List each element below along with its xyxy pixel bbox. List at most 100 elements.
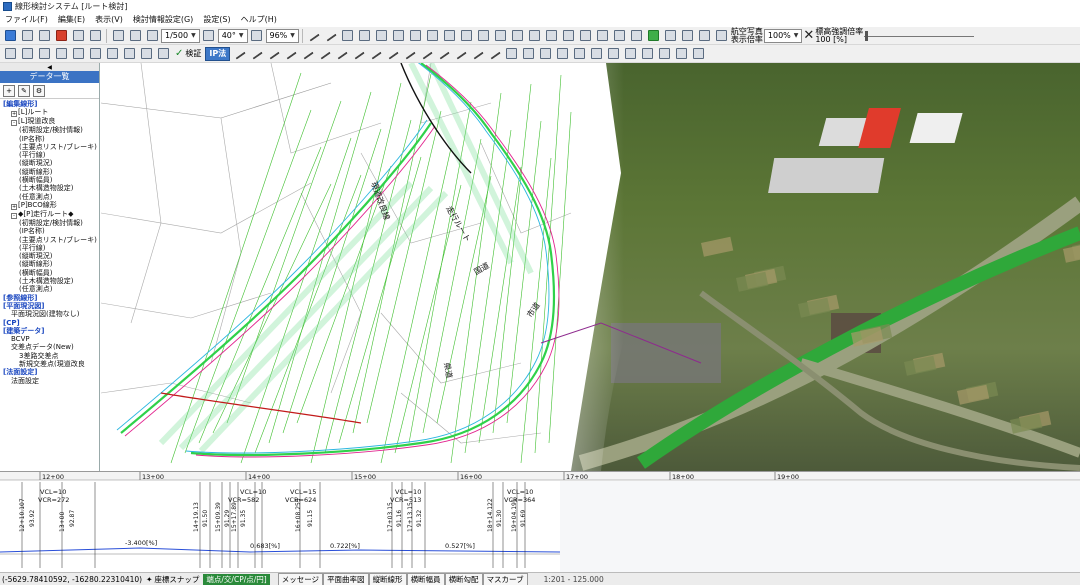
menu-settings[interactable]: 設定(S) <box>198 14 235 25</box>
tree-node[interactable]: 平面現況図(建物なし) <box>1 310 99 318</box>
cut-fill-icon[interactable] <box>673 46 689 61</box>
zoom-icon[interactable] <box>249 28 265 43</box>
grid-view-icon[interactable] <box>537 46 553 61</box>
scale-select[interactable]: 1/500 ▼ <box>161 28 200 43</box>
tree-node[interactable]: - ◆[P]走行ルート◆ <box>1 210 99 219</box>
collapse-icon[interactable]: - <box>11 212 17 219</box>
tree-node[interactable]: [参照線形] <box>1 294 99 302</box>
tree-node[interactable]: (横断幅員) <box>1 176 99 184</box>
crossfall-icon[interactable] <box>374 28 390 43</box>
chart-icon[interactable] <box>408 28 424 43</box>
tree-node[interactable]: (平行線) <box>1 244 99 252</box>
curve-tool-icon[interactable] <box>323 28 339 43</box>
tree-node[interactable]: (縦断線形) <box>1 260 99 268</box>
tab-cross-width[interactable]: 横断幅員 <box>406 573 445 585</box>
ip-move-icon[interactable] <box>299 46 315 61</box>
tangent-icon[interactable] <box>333 46 349 61</box>
tree-node[interactable]: [平面現況図] <box>1 302 99 310</box>
tree-node[interactable]: [法面設定] <box>1 368 99 376</box>
widen-icon[interactable] <box>418 46 434 61</box>
draw-line-icon[interactable] <box>231 46 247 61</box>
compare-icon[interactable] <box>544 28 560 43</box>
tab-crossfall[interactable]: 横断勾配 <box>444 573 483 585</box>
tree-node[interactable]: (主要点リスト/ブレーキ) <box>1 143 99 151</box>
layout-icon[interactable] <box>2 46 18 61</box>
verify-button[interactable]: ✓ 検証 <box>172 48 204 59</box>
menu-view[interactable]: 表示(V) <box>90 14 128 25</box>
report-icon[interactable] <box>527 28 543 43</box>
tree-node[interactable]: (任意測点) <box>1 193 99 201</box>
earthwork-icon[interactable] <box>493 28 509 43</box>
render-icon[interactable] <box>680 28 696 43</box>
grade-line[interactable] <box>0 547 561 553</box>
select-icon[interactable] <box>144 28 160 43</box>
measure-icon[interactable] <box>622 46 638 61</box>
tree-node[interactable]: - [L]現道改良 <box>1 117 99 127</box>
ip-delete-icon[interactable] <box>316 46 332 61</box>
line-tool-icon[interactable] <box>306 28 322 43</box>
panel-properties-icon[interactable]: ⚙ <box>33 84 45 97</box>
cross-delete-icon[interactable] <box>503 46 519 61</box>
photo-rate-select[interactable]: 100% ▼ <box>763 28 803 43</box>
tree-node[interactable]: (初期設定/検討情報) <box>1 126 99 134</box>
table-view-icon[interactable] <box>19 46 35 61</box>
tree-node[interactable]: (縦断現況) <box>1 159 99 167</box>
area-icon[interactable] <box>639 46 655 61</box>
table-icon[interactable] <box>561 28 577 43</box>
menu-review-settings[interactable]: 検討情報設定(G) <box>128 14 198 25</box>
menu-edit[interactable]: 編集(E) <box>53 14 90 25</box>
mass-curve-icon[interactable] <box>510 28 526 43</box>
tab-messages[interactable]: メッセージ <box>277 573 324 585</box>
refresh-icon[interactable] <box>155 46 171 61</box>
tree-node[interactable]: (縦断線形) <box>1 168 99 176</box>
tree-node[interactable]: (横断幅員) <box>1 269 99 277</box>
tree-node[interactable]: 法面設定 <box>1 377 99 385</box>
snap-mode[interactable]: 端点/交/CP/点/円] <box>203 573 270 585</box>
layer-icon[interactable] <box>127 28 143 43</box>
move-icon[interactable] <box>36 46 52 61</box>
snap-toggle[interactable]: ✦ 座標スナップ <box>146 574 199 585</box>
tree-node[interactable]: [建築データ] <box>1 327 99 335</box>
tree-node[interactable]: (IP名称) <box>1 135 99 143</box>
profile-icon[interactable] <box>357 28 373 43</box>
plan-drawing[interactable]: 現道改良線 走行ルート 国道 市道 県道 <box>101 63 1080 471</box>
tree-node[interactable]: 3差路交差点 <box>1 352 99 360</box>
undo-icon[interactable] <box>70 28 86 43</box>
panel-edit-icon[interactable]: ✎ <box>18 84 30 97</box>
trim-icon[interactable] <box>452 46 468 61</box>
list-icon[interactable] <box>578 28 594 43</box>
tree-node[interactable]: BCVP <box>1 335 99 343</box>
stats-icon[interactable] <box>612 28 628 43</box>
profile-drawing[interactable]: 12+00 13+00 14+00 15+00 16+00 17+00 18+00 19+00… <box>0 472 1080 572</box>
bar-chart-icon[interactable] <box>425 28 441 43</box>
plan-view-canvas[interactable]: 現道改良線 走行ルート 国道 市道 県道 <box>101 63 1080 471</box>
color-map-icon[interactable] <box>571 46 587 61</box>
tab-plan-curvature[interactable]: 平面曲率図 <box>323 573 369 585</box>
tree-node[interactable]: [CP] <box>1 319 99 327</box>
parallel-icon[interactable] <box>401 46 417 61</box>
tree-node[interactable]: (任意測点) <box>1 285 99 293</box>
tree-node[interactable]: 交差点データ(New) <box>1 343 99 351</box>
slider-handle[interactable] <box>865 30 869 41</box>
zoom-in-icon[interactable] <box>70 46 86 61</box>
tree-node[interactable]: 新規交差点(現道改良 <box>1 360 99 368</box>
tree-node[interactable]: [編集線形] <box>1 100 99 108</box>
redo-icon[interactable] <box>87 28 103 43</box>
zoom-out-icon[interactable] <box>87 46 103 61</box>
tree-node[interactable]: (平行線) <box>1 151 99 159</box>
tree-node[interactable]: (縦断現況) <box>1 252 99 260</box>
taper-icon[interactable] <box>435 46 451 61</box>
volume-icon[interactable] <box>656 46 672 61</box>
region-icon[interactable] <box>605 46 621 61</box>
grid-icon[interactable] <box>110 28 126 43</box>
zoom-window-icon[interactable] <box>104 46 120 61</box>
profile-view[interactable]: 12+00 13+00 14+00 15+00 16+00 17+00 18+00 19+00… <box>0 471 1080 572</box>
rotate-icon[interactable] <box>201 28 217 43</box>
panel-collapse-button[interactable]: ◀ <box>0 63 99 71</box>
pan-icon[interactable] <box>53 46 69 61</box>
angle-select[interactable]: 40° ▼ <box>217 28 248 43</box>
menu-file[interactable]: ファイル(F) <box>0 14 53 25</box>
curve-fit-icon[interactable] <box>350 46 366 61</box>
structure-icon[interactable] <box>476 28 492 43</box>
walkthrough-icon[interactable] <box>697 28 713 43</box>
